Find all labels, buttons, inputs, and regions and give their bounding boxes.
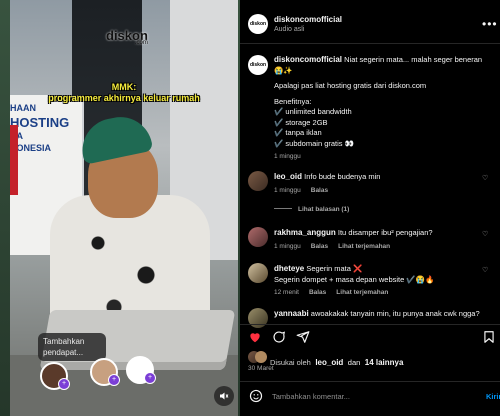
avatar-badge: + [58,378,70,390]
comment-time: 12 menit [274,289,299,296]
comment-icon[interactable] [272,330,286,344]
banner-line: HOSTING [10,115,70,130]
post-time: 1 minggu [274,153,301,160]
comment: leo_oid Info bude budenya min 1 minggu Ba… [274,172,479,213]
mute-icon[interactable] [214,386,234,406]
benefits-title: Benefitnya: [274,96,312,106]
video-logo: diskon .com [106,28,148,46]
view-replies-button[interactable]: Lihat balasan (1) [298,206,349,213]
banner-accent [10,125,18,195]
meme-caption: MMK: programmer akhirnya keluar rumah [48,82,200,103]
divider [240,381,500,382]
reply-button[interactable]: Balas [311,243,328,250]
avatar-badge: + [144,372,156,384]
comment-text: Itu disamper ibu² pengajian? [337,228,433,237]
avatar[interactable] [248,308,268,328]
translate-button[interactable]: Lihat terjemahan [338,243,390,250]
comment-time: 1 minggu [274,242,301,250]
avatar-badge: + [108,374,120,386]
avatar[interactable]: diskon [248,55,268,75]
more-icon[interactable]: ••• [482,17,498,31]
share-icon[interactable] [296,330,310,344]
comment-text: Segerin dompet + masa depan website ✔️😭🔥 [274,274,435,284]
likes-user[interactable]: leo_oid [315,358,343,367]
add-opinion-tooltip[interactable]: Tambahkan pendapat... [38,333,106,361]
comment-text: Info bude budenya min [304,172,381,181]
caption-username[interactable]: diskoncomofficial [274,55,342,64]
likes-prefix: Disukai oleh [270,358,311,367]
comment-like-icon[interactable]: ♡ [482,266,488,274]
benefit-item: ✔️ storage 2GB [274,117,328,127]
divider [240,324,500,325]
likes-summary: Disukai oleh leo_oid dan 14 lainnya [270,352,403,370]
likes-others[interactable]: 14 lainnya [365,358,404,367]
post-caption: diskoncomofficial Niat segerin mata... m… [274,55,488,160]
banner-line: HAAN [10,103,36,113]
translate-button[interactable]: Lihat terjemahan [336,289,388,296]
emoji-icon[interactable] [249,389,263,403]
audio-label[interactable]: Audio asli [274,26,342,33]
avatar[interactable] [255,351,267,363]
benefit-item: ✔️ tanpa iklan [274,128,322,137]
caption-text: Apalagi pas liat hosting gratis dari dis… [274,81,427,90]
benefit-item: ✔️ unlimited bandwidth [274,107,352,116]
comment-username[interactable]: dheteye [274,264,304,273]
heart-icon[interactable] [248,330,262,344]
comment-like-icon[interactable]: ♡ [482,230,488,238]
post-actions [248,330,310,344]
reply-button[interactable]: Balas [309,289,326,296]
comment-time: 1 minggu [274,186,301,194]
avatar[interactable] [248,263,268,283]
bookmark-icon[interactable] [482,330,496,344]
avatar[interactable] [248,171,268,191]
reply-button[interactable]: Balas [311,187,328,194]
comment-input[interactable]: Tambahkan komentar... [272,392,350,401]
comment-username[interactable]: yannaabi [274,309,309,318]
post-date: 30 Maret [248,365,274,372]
reel-video[interactable]: HAAN HOSTING NA DONESIA diskon .com MMK:… [10,0,238,416]
comment-text: awoakakak tanyain min, itu punya anak cw… [310,309,480,318]
comment: yannaabi awoakakak tanyain min, itu puny… [274,309,484,320]
divider [240,43,500,44]
comment: dheteye Segerin mata ❌ Segerin dompet + … [274,264,479,296]
comment: rakhma_anggun Itu disamper ibu² pengajia… [274,228,479,250]
post-header: diskoncomofficial Audio asli [274,15,342,33]
comment-username[interactable]: rakhma_anggun [274,228,336,237]
divider [274,208,292,210]
comment-like-icon[interactable]: ♡ [482,174,488,182]
comment-username[interactable]: leo_oid [274,172,302,181]
comment-text: Segerin mata ❌ [306,264,363,273]
post-username[interactable]: diskoncomofficial [274,15,342,24]
benefit-item: ✔️ subdomain gratis 👀 [274,138,354,148]
avatar[interactable]: diskon [248,14,268,34]
likes-and: dan [347,358,361,367]
avatar[interactable] [248,227,268,247]
post-comment-button[interactable]: Kirim [486,392,500,401]
